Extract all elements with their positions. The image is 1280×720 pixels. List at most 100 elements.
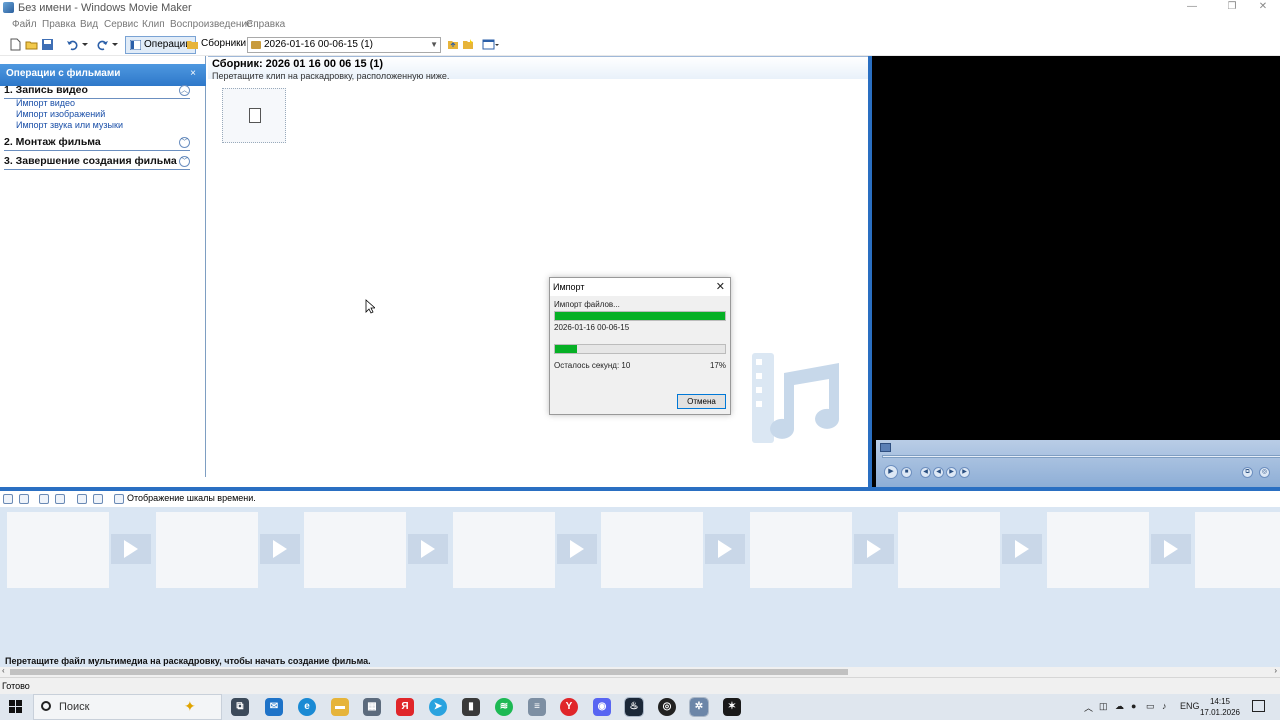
collections-button[interactable]: Сборники [183,36,250,54]
split-clip-button[interactable]: ⧉ [1242,467,1253,478]
previous-frame-button[interactable]: ◀ [920,467,931,478]
cancel-button[interactable]: Отмена [677,394,726,409]
transition-cell[interactable] [1002,534,1042,564]
open-folder-icon[interactable] [25,38,38,51]
microphone-icon[interactable]: ● [1131,701,1136,711]
clip-thumbnail[interactable] [222,88,286,143]
transition-cell[interactable] [111,534,151,564]
import-audio-link[interactable]: Импорт звука или музыки [16,120,123,130]
maximize-button[interactable]: ❐ [1215,0,1249,16]
import-video-link[interactable]: Импорт видео [16,98,75,108]
spotify-icon[interactable]: ≋ [495,698,513,716]
editor-app-icon[interactable]: ✶ [723,698,741,716]
storyboard-frame[interactable] [1046,512,1149,588]
menu-file[interactable]: Файл [12,19,37,30]
undo-icon[interactable] [66,38,79,51]
chevron-down-icon[interactable]: ﹀ [179,156,190,167]
take-picture-button[interactable]: ◎ [1259,467,1270,478]
chevron-up-icon[interactable]: ︿ [179,85,190,96]
set-audio-levels-icon[interactable] [3,494,13,504]
transition-cell[interactable] [705,534,745,564]
zoom-in-icon[interactable] [39,494,49,504]
redo-dropdown-icon[interactable] [111,38,119,51]
movie-maker-taskbar-icon[interactable]: ✲ [689,697,709,717]
yandex-icon[interactable]: Y [560,698,578,716]
stop-button[interactable]: ■ [901,467,912,478]
new-project-icon[interactable] [9,38,22,51]
telegram-icon[interactable]: ➤ [429,698,447,716]
notepad-icon[interactable]: ≡ [528,698,546,716]
transition-cell[interactable] [259,534,300,564]
taskbar-search[interactable]: Поиск ✦ [33,694,222,720]
storyboard-frame[interactable] [749,512,852,588]
close-icon[interactable]: ✕ [716,280,725,293]
obs-icon[interactable]: ◎ [658,698,676,716]
section-edit-movie[interactable]: 2. Монтаж фильма ﹀ [4,136,190,151]
storyboard-frame[interactable] [1195,512,1280,588]
yandex-browser-icon[interactable]: Я [396,698,414,716]
rewind-button[interactable]: ◀ [933,467,944,478]
yandex-music-icon[interactable]: ▮ [462,698,480,716]
cloud-icon[interactable]: ☁ [1115,701,1124,712]
transition-cell[interactable] [853,534,894,564]
narrate-icon[interactable] [19,494,29,504]
play-button[interactable]: ▶ [884,465,898,479]
edge-browser-icon[interactable]: e [298,698,316,716]
transition-cell[interactable] [408,534,448,564]
forward-button[interactable]: ▶ [946,467,957,478]
scroll-left-icon[interactable]: ‹ [2,666,5,675]
chevron-down-icon[interactable]: ﹀ [179,137,190,148]
show-timeline-button[interactable]: Отображение шкалы времени. [127,493,256,503]
storyboard-frame[interactable] [155,512,258,588]
seek-bar[interactable] [882,455,1280,458]
language-indicator[interactable]: ENG [1180,701,1200,711]
show-hidden-icons[interactable]: ︿ [1084,701,1093,714]
horizontal-scrollbar[interactable]: ‹ › [0,666,1280,677]
section-capture-video[interactable]: 1. Запись видео ︿ [4,84,190,99]
storyboard-frame[interactable] [304,512,406,588]
transition-cell[interactable] [1150,534,1191,564]
menu-clip[interactable]: Клип [142,19,165,30]
chevron-down-icon[interactable]: ▼ [430,38,438,52]
steam-icon[interactable]: ♨ [624,697,644,717]
menu-tools[interactable]: Сервис [104,19,138,30]
menu-edit[interactable]: Правка [42,19,76,30]
zoom-out-icon[interactable] [55,494,65,504]
close-button[interactable]: ✕ [1246,0,1280,16]
redo-icon[interactable] [96,38,109,51]
windows-start-icon[interactable] [9,700,23,714]
storyboard-frame[interactable] [7,512,109,588]
import-pictures-link[interactable]: Импорт изображений [16,109,105,119]
views-icon[interactable] [482,38,500,51]
menu-playback[interactable]: Воспроизведение [170,19,253,30]
mail-icon[interactable]: ✉ [265,698,283,716]
up-level-icon[interactable] [446,38,459,51]
menu-help[interactable]: Справка [246,19,285,30]
store-icon[interactable]: ▦ [363,698,381,716]
monitor-split-icon[interactable] [880,443,891,452]
storyboard-frame[interactable] [601,512,703,588]
collection-dropdown[interactable]: 2026-01-16 00-06-15 (1) ▼ [247,37,441,53]
file-explorer-icon[interactable]: ▬ [331,698,349,716]
play-storyboard-icon[interactable] [93,494,103,504]
scrollbar-thumb[interactable] [10,669,848,675]
taskbar-clock[interactable]: 14:15 17.01.2026 [1198,696,1242,718]
close-pane-icon[interactable]: × [190,64,196,84]
volume-icon[interactable]: ♪ [1162,701,1167,711]
transition-cell[interactable] [556,534,597,564]
scroll-right-icon[interactable]: › [1274,666,1277,675]
rewind-storyboard-icon[interactable] [77,494,87,504]
new-collection-folder-icon[interactable] [461,38,474,51]
storyboard-frame[interactable] [898,512,1000,588]
tray-app-icon[interactable]: ◫ [1099,701,1108,712]
storyboard-frame[interactable] [452,512,555,588]
menu-view[interactable]: Вид [80,19,98,30]
task-view-icon[interactable]: ⧉ [231,698,249,716]
notifications-icon[interactable] [1252,700,1265,712]
minimize-button[interactable]: — [1175,0,1209,16]
next-frame-button[interactable]: ▶ [959,467,970,478]
undo-dropdown-icon[interactable] [81,38,89,51]
save-icon[interactable] [41,38,54,51]
section-finish-movie[interactable]: 3. Завершение создания фильма ﹀ [4,155,190,170]
discord-icon[interactable]: ◉ [593,698,611,716]
